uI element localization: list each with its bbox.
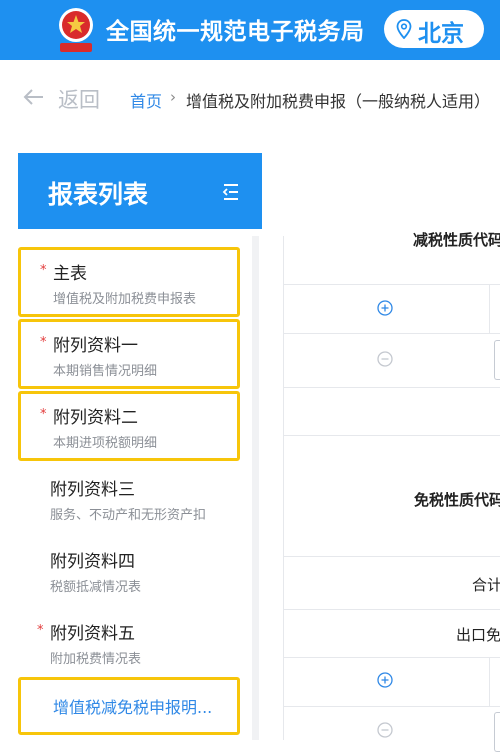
sidebar-item-vat-exemption-detail[interactable]: 增值税减免税申报明... bbox=[18, 677, 240, 735]
exemption-code-input[interactable] bbox=[494, 712, 500, 752]
sidebar-item-schedule-5[interactable]: * 附列资料五 附加税费情况表 bbox=[18, 610, 240, 680]
add-row-icon[interactable] bbox=[377, 300, 393, 316]
table-row-divider bbox=[284, 333, 500, 334]
sidebar-header: 报表列表 bbox=[18, 153, 262, 229]
sidebar-scrollbar[interactable] bbox=[252, 236, 259, 740]
table-column-divider bbox=[489, 658, 490, 706]
region-selector[interactable]: 北京 bbox=[384, 10, 484, 48]
required-mark: * bbox=[40, 263, 47, 278]
table-row-divider bbox=[284, 387, 500, 388]
reduction-code-input[interactable] bbox=[494, 340, 500, 380]
sidebar-item-schedule-4[interactable]: 附列资料四 税额抵减情况表 bbox=[18, 538, 240, 608]
export-exempt-row-label: 出口免 bbox=[456, 626, 500, 644]
sidebar-item-title: 附列资料五 bbox=[50, 624, 135, 644]
remove-row-icon[interactable] bbox=[377, 351, 393, 367]
required-mark: * bbox=[40, 407, 47, 422]
sidebar-item-subtitle: 本期销售情况明细 bbox=[53, 364, 158, 379]
sidebar-item-subtitle: 税额抵减情况表 bbox=[50, 580, 142, 595]
breadcrumb-separator: › bbox=[170, 88, 176, 106]
required-mark: * bbox=[37, 623, 44, 638]
app-header: 全国统一规范电子税务局 北京 bbox=[0, 0, 500, 60]
table-row-divider bbox=[284, 609, 500, 610]
sidebar-item-title: 附列资料二 bbox=[53, 408, 138, 428]
section-heading-reduction-code: 减税性质代码 bbox=[413, 231, 500, 249]
sidebar-item-subtitle: 服务、不动产和无形资产扣 bbox=[50, 508, 207, 523]
collapse-menu-icon[interactable] bbox=[221, 182, 241, 202]
sidebar-item-title: 附列资料一 bbox=[53, 336, 138, 356]
table-row-divider bbox=[284, 435, 500, 436]
region-label: 北京 bbox=[418, 21, 464, 47]
sidebar-item-schedule-2[interactable]: * 附列资料二 本期进项税额明细 bbox=[18, 391, 240, 461]
add-row-icon[interactable] bbox=[377, 672, 393, 688]
table-left-border bbox=[283, 236, 284, 740]
breadcrumb-current: 增值税及附加税费申报（一般纳税人适用） bbox=[186, 92, 491, 111]
sidebar-item-link: 增值税减免税申报明... bbox=[53, 698, 213, 717]
back-button[interactable]: 返回 bbox=[58, 84, 100, 114]
sidebar-item-subtitle: 附加税费情况表 bbox=[50, 652, 142, 667]
table-column-divider bbox=[489, 285, 490, 333]
location-pin-icon bbox=[396, 19, 412, 39]
sidebar-item-schedule-3[interactable]: 附列资料三 服务、不动产和无形资产扣 bbox=[18, 466, 240, 536]
sidebar-title: 报表列表 bbox=[48, 180, 149, 209]
remove-row-icon[interactable] bbox=[377, 722, 393, 738]
sidebar-item-subtitle: 增值税及附加税费申报表 bbox=[53, 292, 197, 307]
total-row-label: 合计 bbox=[472, 576, 500, 594]
sidebar-item-subtitle: 本期进项税额明细 bbox=[53, 436, 158, 451]
breadcrumb-home-link[interactable]: 首页 bbox=[130, 88, 162, 112]
required-mark: * bbox=[40, 335, 47, 350]
tax-emblem-icon bbox=[59, 8, 93, 52]
table-row-divider bbox=[284, 657, 500, 658]
sidebar-item-schedule-1[interactable]: * 附列资料一 本期销售情况明细 bbox=[18, 319, 240, 389]
sidebar-item-title: 主表 bbox=[53, 264, 87, 284]
table-row-divider bbox=[284, 706, 500, 707]
back-arrow-icon[interactable] bbox=[22, 88, 44, 106]
sidebar-item-main-table[interactable]: * 主表 增值税及附加税费申报表 bbox=[18, 247, 240, 317]
table-row-divider bbox=[284, 284, 500, 285]
sidebar-item-title: 附列资料四 bbox=[50, 552, 135, 572]
table-row-divider bbox=[284, 556, 500, 557]
app-title: 全国统一规范电子税务局 bbox=[106, 19, 365, 45]
section-heading-exemption-code: 免税性质代码 bbox=[414, 491, 500, 509]
sidebar-item-title: 附列资料三 bbox=[50, 480, 135, 500]
